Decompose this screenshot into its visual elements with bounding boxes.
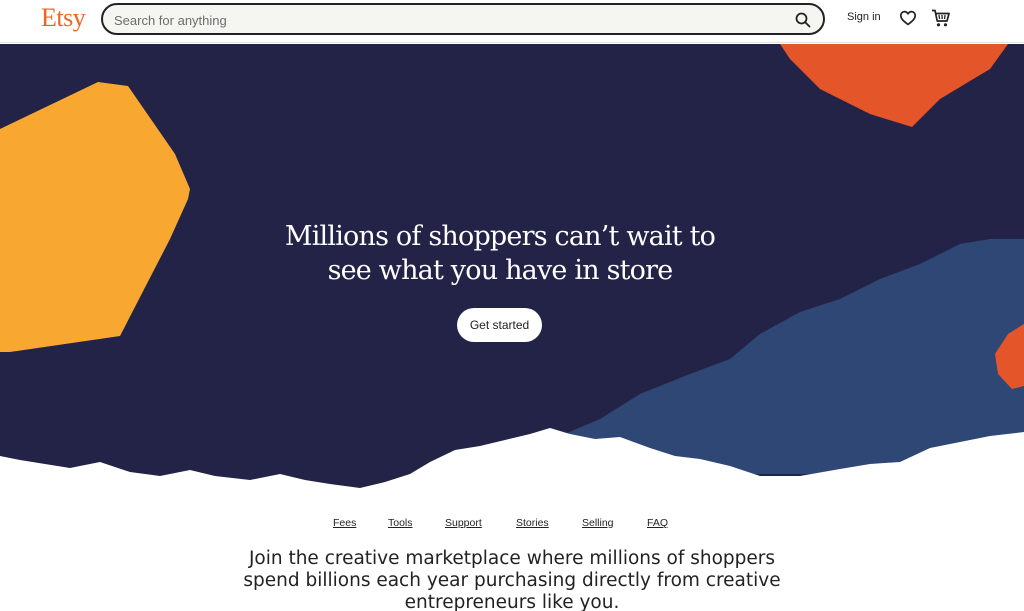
hero-banner: Millions of shoppers can’t wait to see w… [0, 44, 1024, 504]
hero-headline: Millions of shoppers can’t wait to see w… [250, 220, 750, 288]
tagline: Join the creative marketplace where mill… [212, 548, 812, 611]
search-button[interactable] [792, 9, 814, 31]
link-stories[interactable]: Stories [516, 517, 549, 529]
site-header: Etsy Sign in [0, 0, 1024, 43]
search-bar [101, 3, 825, 35]
info-links: Fees Tools Support Stories Selling FAQ [0, 517, 1024, 533]
headline-line-1: Millions of shoppers can’t wait to [284, 221, 716, 252]
link-faq[interactable]: FAQ [647, 517, 668, 529]
link-selling[interactable]: Selling [582, 517, 614, 529]
link-support[interactable]: Support [445, 517, 482, 529]
sign-in-link[interactable]: Sign in [847, 11, 881, 23]
link-tools[interactable]: Tools [388, 517, 413, 529]
search-icon [795, 12, 811, 28]
get-started-button[interactable]: Get started [457, 308, 542, 342]
search-input[interactable] [114, 11, 774, 29]
heart-icon[interactable] [899, 9, 917, 27]
etsy-logo[interactable]: Etsy [41, 3, 86, 33]
tagline-line-3: entrepreneurs like you. [404, 592, 620, 611]
link-fees[interactable]: Fees [333, 517, 356, 529]
headline-line-2: see what you have in store [327, 255, 674, 286]
tagline-line-2: spend billions each year purchasing dire… [243, 570, 781, 591]
tagline-line-1: Join the creative marketplace where mill… [248, 548, 776, 569]
cart-icon[interactable] [931, 8, 951, 28]
